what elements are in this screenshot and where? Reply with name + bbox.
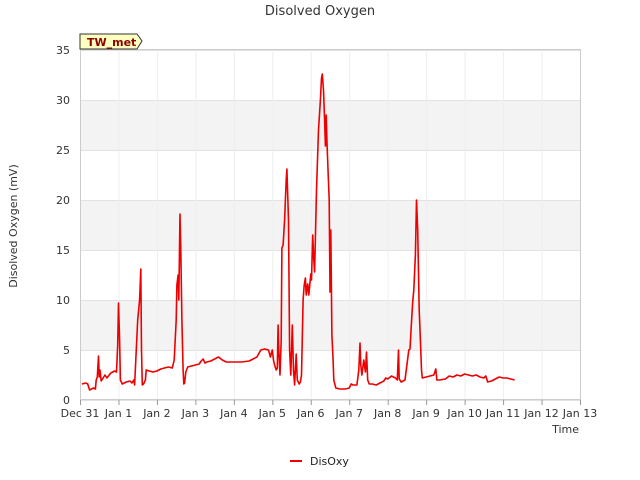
grid-band	[80, 300, 580, 350]
y-tick-label: 25	[56, 144, 70, 157]
y-axis-label: Disolved Oxygen (mV)	[7, 164, 20, 288]
y-tick-label: 20	[56, 194, 70, 207]
x-tick-label: Jan 11	[485, 407, 520, 420]
x-tick-label: Jan 6	[296, 407, 324, 420]
x-tick-label: Dec 31	[61, 407, 100, 420]
y-tick-label: 35	[56, 44, 70, 57]
x-axis-label: Time	[551, 423, 579, 436]
x-tick-label: Jan 5	[258, 407, 286, 420]
x-tick-label: Jan 13	[562, 407, 597, 420]
chart-canvas: Dec 31 Jan 1 Jan 2 Jan 3 Jan 4 Jan 5 Jan 6 Jan …	[7, 4, 597, 468]
x-tick-label: Jan 10	[446, 407, 481, 420]
x-tick-label: Jan 7	[335, 407, 363, 420]
x-tick-label: Jan 8	[373, 407, 401, 420]
grid-band	[80, 100, 580, 150]
x-tick-label: Jan 9	[411, 407, 439, 420]
x-axis-ticks: Dec 31 Jan 1 Jan 2 Jan 3 Jan 4 Jan 5 Jan 6 Jan …	[61, 400, 597, 420]
chart-title: Disolved Oxygen	[265, 4, 375, 19]
x-tick-label: Jan 1	[104, 407, 132, 420]
x-tick-label: Jan 4	[219, 407, 247, 420]
x-tick-label: Jan 2	[142, 407, 170, 420]
y-axis-ticks: 0 5 10 15 20 25 30 35	[56, 44, 70, 407]
station-badge-text: TW_met	[87, 36, 136, 49]
y-tick-label: 10	[56, 294, 70, 307]
y-tick-label: 15	[56, 244, 70, 257]
y-tick-label: 5	[63, 344, 70, 357]
legend[interactable]: DisOxy	[290, 455, 349, 468]
y-tick-label: 30	[56, 94, 70, 107]
x-tick-label: Jan 12	[523, 407, 558, 420]
y-tick-label: 0	[63, 394, 70, 407]
legend-label: DisOxy	[310, 455, 349, 468]
x-tick-label: Jan 3	[181, 407, 209, 420]
station-badge: TW_met	[79, 33, 143, 50]
